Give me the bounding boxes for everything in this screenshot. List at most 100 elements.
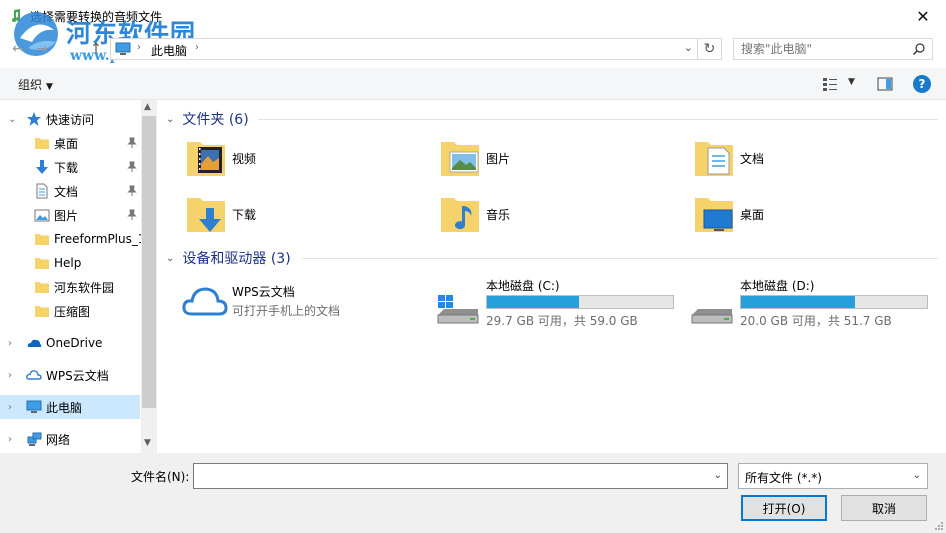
nav-item-wps-cloud[interactable]: › WPS云文档 [0, 363, 140, 387]
folder-label: 文档 [740, 152, 765, 166]
address-bar[interactable]: › 此电脑 › ⌄ [110, 38, 698, 60]
breadcrumb-separator-icon[interactable]: › [137, 42, 141, 53]
folder-tile-desktop[interactable]: 桌面 [694, 194, 934, 244]
expand-right-icon[interactable]: › [8, 338, 18, 349]
help-icon: ? [918, 77, 926, 91]
nav-item-this-pc[interactable]: › 此电脑 [0, 395, 140, 419]
folder-tile-documents[interactable]: 文档 [694, 138, 934, 188]
up-button[interactable]: ↑ [86, 39, 106, 59]
devices-group-title: 设备和驱动器 (3) [182, 251, 291, 267]
drive-name: 本地磁盘 (D:) [740, 279, 815, 293]
folder-icon [35, 258, 49, 269]
devices-group-header[interactable]: ⌄ 设备和驱动器 (3) [166, 248, 291, 268]
nav-label: Help [54, 256, 82, 270]
windows-drive-icon [437, 295, 479, 324]
forward-button[interactable]: → [32, 39, 52, 59]
expand-down-icon[interactable]: ⌄ [8, 114, 18, 125]
nav-item-desktop[interactable]: 桌面 [0, 131, 140, 155]
nav-item-onedrive[interactable]: › OneDrive [0, 331, 140, 355]
desktop-folder-icon [695, 198, 733, 232]
search-box[interactable] [733, 38, 933, 60]
music-folder-icon [441, 198, 479, 232]
expand-right-icon[interactable]: › [8, 434, 18, 445]
nav-item-quick-access[interactable]: ⌄ 快速访问 [0, 107, 140, 131]
nav-label: 此电脑 [46, 400, 83, 415]
folder-tile-music[interactable]: 音乐 [440, 194, 680, 244]
search-icon[interactable] [912, 42, 926, 56]
folder-tile-pictures[interactable]: 图片 [440, 138, 680, 188]
pin-icon[interactable] [126, 185, 138, 197]
chevron-down-icon[interactable]: ⌄ [913, 470, 921, 481]
organize-label: 组织 [18, 78, 43, 92]
download-icon [36, 160, 48, 174]
scroll-up-icon[interactable]: ▲ [144, 102, 151, 112]
search-input[interactable] [734, 39, 909, 59]
folders-group-header[interactable]: ⌄ 文件夹 (6) [166, 109, 249, 129]
back-button[interactable]: ← [8, 39, 28, 59]
filetype-select[interactable]: 所有文件 (*.*) ⌄ [738, 463, 928, 489]
nav-item-downloads[interactable]: 下载 [0, 155, 140, 179]
view-caret-icon[interactable]: ▼ [848, 77, 855, 87]
chevron-down-icon[interactable]: ⌄ [684, 41, 693, 54]
filename-input[interactable] [194, 464, 704, 488]
nav-scrollbar[interactable]: ▲ ▼ [141, 100, 156, 453]
folder-icon [35, 138, 49, 149]
nav-label: 网络 [46, 432, 71, 447]
network-icon [27, 432, 42, 446]
drive-tile-c[interactable]: 本地磁盘 (C:) 29.7 GB 可用，共 59.0 GB [436, 277, 686, 333]
refresh-button[interactable]: ↻ [698, 38, 722, 60]
documents-folder-icon [695, 142, 733, 176]
nav-label: 河东软件园 [54, 280, 115, 295]
nav-item-documents[interactable]: 文档 [0, 179, 140, 203]
nav-item-compressed[interactable]: 压缩图 [0, 299, 140, 323]
resize-grip-icon[interactable] [934, 521, 944, 531]
expand-right-icon[interactable]: › [8, 402, 18, 413]
nav-item-network[interactable]: › 网络 [0, 427, 140, 451]
pin-icon[interactable] [126, 137, 138, 149]
breadcrumb-location[interactable]: 此电脑 [151, 42, 187, 59]
view-options-icon[interactable] [822, 76, 838, 92]
preview-pane-icon[interactable] [877, 76, 893, 92]
nav-label: 压缩图 [54, 304, 91, 319]
chevron-down-icon[interactable]: ⌄ [714, 470, 722, 481]
nav-item-hedong[interactable]: 河东软件园 [0, 275, 140, 299]
nav-item-freeformplus[interactable]: FreeformPlus_1 [0, 227, 146, 251]
open-button[interactable]: 打开(O) [741, 495, 827, 521]
cloud-name: WPS云文档 [232, 285, 295, 299]
arrow-right-icon: → [36, 41, 48, 57]
nav-label: 图片 [54, 208, 79, 223]
cloud-icon [26, 370, 42, 380]
pin-icon[interactable] [126, 209, 138, 221]
drive-tile-d[interactable]: 本地磁盘 (D:) 20.0 GB 可用，共 51.7 GB [690, 277, 940, 333]
folder-label: 视频 [232, 152, 257, 166]
drive-usage-bar [486, 295, 674, 309]
cloud-subtitle: 可打开手机上的文档 [232, 304, 341, 318]
nav-item-pictures[interactable]: 图片 [0, 203, 140, 227]
scroll-thumb[interactable] [142, 116, 156, 408]
help-button[interactable]: ? [913, 75, 931, 93]
onedrive-icon [27, 339, 42, 347]
nav-item-help[interactable]: Help [0, 251, 140, 275]
pin-icon[interactable] [126, 161, 138, 173]
arrow-up-icon: ↑ [90, 41, 102, 57]
wps-cloud-tile[interactable]: WPS云文档 可打开手机上的文档 [182, 283, 432, 339]
toolbar: 组织 ▼ ▼ [0, 68, 946, 100]
organize-menu[interactable]: 组织 ▼ [18, 76, 53, 93]
collapse-icon[interactable]: ⌄ [166, 114, 174, 125]
folder-icon [35, 234, 49, 245]
cancel-button[interactable]: 取消 [841, 495, 927, 521]
folder-icon [35, 306, 49, 317]
folder-icon [35, 282, 49, 293]
expand-right-icon[interactable]: › [8, 370, 18, 381]
chevron-right-icon[interactable]: › [195, 42, 199, 53]
refresh-icon: ↻ [703, 41, 716, 57]
filename-combobox[interactable]: ⌄ [193, 463, 728, 489]
pictures-folder-icon [441, 142, 479, 176]
folder-tile-downloads[interactable]: 下载 [186, 194, 426, 244]
collapse-icon[interactable]: ⌄ [166, 253, 174, 264]
bottom-panel: 文件名(N): ⌄ 所有文件 (*.*) ⌄ 打开(O) 取消 [0, 453, 946, 533]
scroll-down-icon[interactable]: ▼ [144, 438, 151, 448]
folder-tile-videos[interactable]: 视频 [186, 138, 426, 188]
close-button[interactable]: ✕ [900, 0, 946, 32]
nav-label: FreeformPlus_1 [54, 232, 146, 246]
